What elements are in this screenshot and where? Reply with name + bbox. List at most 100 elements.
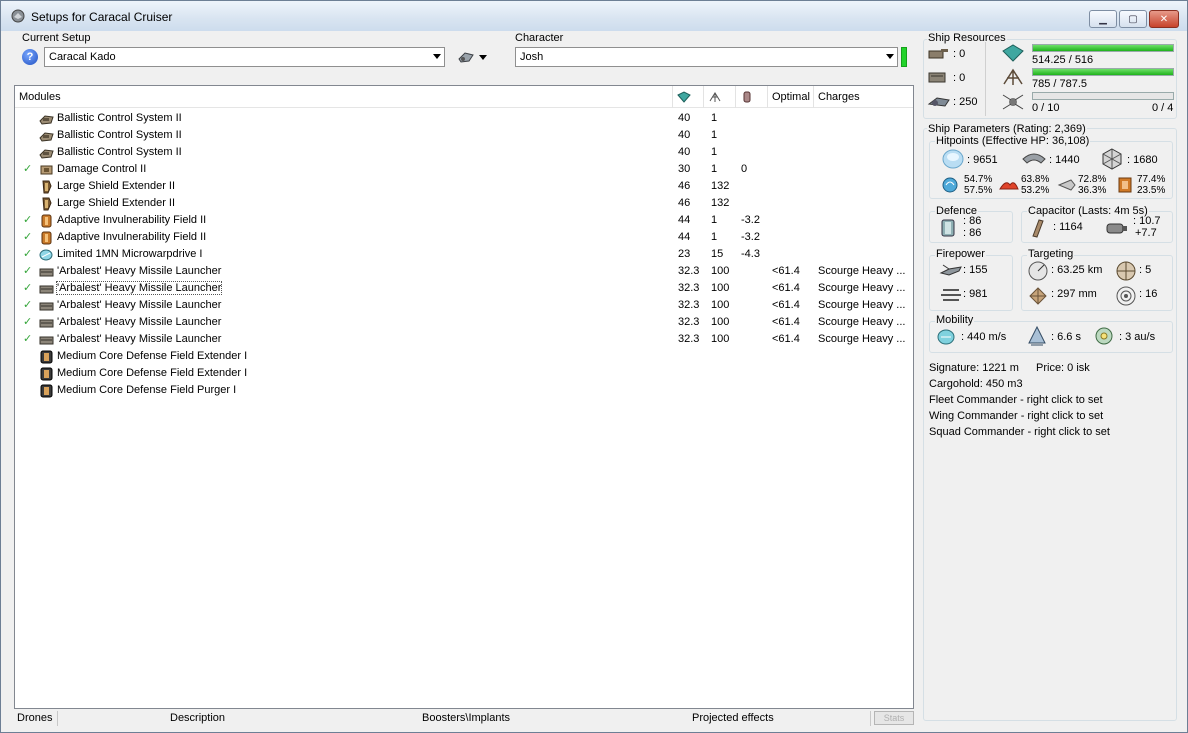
column-powergrid[interactable] [703, 86, 735, 108]
cargohold-text: Cargohold: 450 m3 [929, 378, 1023, 390]
current-setup-select[interactable]: Caracal Kado [44, 47, 445, 67]
module-row[interactable]: ✓ Damage Control II 30 1 0 [15, 161, 913, 178]
structure-icon [1102, 148, 1122, 170]
module-row[interactable]: Medium Core Defense Field Purger I [15, 382, 913, 399]
module-name: Medium Core Defense Field Extender I [57, 367, 248, 379]
check-icon[interactable]: ✓ [23, 264, 32, 277]
module-cpu: 23 [678, 248, 691, 260]
column-optimal[interactable]: Optimal [767, 86, 813, 108]
help-icon[interactable]: ? [22, 49, 38, 65]
module-cpu: 32.3 [678, 333, 700, 345]
drone-bay-text: 0 / 10 [1032, 102, 1060, 114]
column-capacitor[interactable] [735, 86, 767, 108]
window-title: Setups for Caracal Cruiser [31, 10, 173, 24]
wing-commander-slot[interactable]: Wing Commander - right click to set [929, 410, 1103, 422]
module-row[interactable]: Ballistic Control System II 40 1 [15, 127, 913, 144]
explosive-resist-value-2: 23.5% [1137, 185, 1166, 196]
explosive-resist-value-1: 77.4% [1137, 174, 1166, 185]
module-optimal: <61.4 [772, 282, 800, 294]
module-name: Ballistic Control System II [57, 129, 182, 141]
module-row[interactable]: ✓ 'Arbalest' Heavy Missile Launcher 32.3 10… [15, 263, 913, 280]
module-powergrid: 100 [711, 299, 730, 311]
module-row[interactable]: Large Shield Extender II 46 132 [15, 195, 913, 212]
maximize-button[interactable]: ▢ [1119, 10, 1147, 28]
title-bar[interactable]: Setups for Caracal Cruiser ▁ ▢ ✕ [1, 1, 1187, 31]
column-cpu[interactable] [672, 86, 703, 108]
resources-divider [985, 42, 986, 116]
kinetic-resist-icon [1057, 179, 1076, 191]
module-row[interactable]: ✓ Limited 1MN Microwarpdrive I 23 15 -4.3 [15, 246, 913, 263]
module-cpu: 32.3 [678, 282, 700, 294]
capacitor-value-2: +7.7 [1135, 227, 1157, 239]
ship-parameters-title: Ship Parameters (Rating: 2,369) [927, 123, 1087, 135]
modules-list[interactable]: Modules Optimal Charges Ballistic Contro… [14, 85, 914, 709]
drone-bandwidth-text: 0 / 4 [1152, 102, 1174, 114]
close-button[interactable]: ✕ [1149, 10, 1179, 28]
check-icon[interactable]: ✓ [23, 298, 32, 311]
check-icon[interactable]: ✓ [23, 247, 32, 260]
stats-button[interactable]: Stats [874, 711, 914, 725]
turret-hardpoint-icon [928, 49, 948, 59]
powergrid-text: 785 / 787.5 [1032, 78, 1088, 90]
module-powergrid: 1 [711, 112, 718, 124]
module-row[interactable]: ✓ Adaptive Invulnerability Field II 44 1 -3.… [15, 229, 913, 246]
targeting-scan-value: : 297 mm [1051, 288, 1097, 300]
module-name: Limited 1MN Microwarpdrive I [57, 248, 203, 260]
tab-drones[interactable]: Drones [17, 710, 52, 727]
mobility-speed-value: : 440 m/s [961, 331, 1007, 343]
module-name: Ballistic Control System II [57, 146, 182, 158]
module-row[interactable]: Ballistic Control System II 40 1 [15, 144, 913, 161]
minimize-button[interactable]: ▁ [1089, 10, 1117, 28]
module-row[interactable]: Large Shield Extender II 46 132 [15, 178, 913, 195]
module-row[interactable]: Medium Core Defense Field Extender I [15, 365, 913, 382]
character-select[interactable]: Josh [515, 47, 898, 67]
check-icon[interactable]: ✓ [23, 230, 32, 243]
squad-commander-slot[interactable]: Squad Commander - right click to set [929, 426, 1110, 438]
module-row[interactable]: ✓ 'Arbalest' Heavy Missile Launcher 32.3 10… [15, 314, 913, 331]
module-row[interactable]: Ballistic Control System II 40 1 [15, 110, 913, 127]
setup-tools-icon[interactable] [457, 49, 475, 65]
module-name: 'Arbalest' Heavy Missile Launcher [57, 333, 222, 345]
module-row[interactable]: Medium Core Defense Field Extender I [15, 348, 913, 365]
fleet-commander-slot[interactable]: Fleet Commander - right click to set [929, 394, 1103, 406]
module-name: 'Arbalest' Heavy Missile Launcher [55, 281, 223, 295]
explosive-resist-icon [1118, 177, 1132, 193]
capacitor-amount-value: : 1164 [1053, 221, 1083, 233]
bottom-tabs: Drones Description Boosters\Implants Pro… [14, 710, 914, 727]
drone-bar [1032, 92, 1174, 100]
align-time-icon [1028, 325, 1046, 346]
check-icon[interactable]: ✓ [23, 332, 32, 345]
tab-description[interactable]: Description [170, 710, 225, 727]
module-powergrid: 1 [711, 129, 718, 141]
firepower-dps-value: : 155 [963, 264, 988, 276]
module-optimal: <61.4 [772, 265, 800, 277]
column-charges[interactable]: Charges [813, 86, 913, 108]
check-icon[interactable]: ✓ [23, 162, 32, 175]
cpu-icon [1002, 44, 1024, 62]
chevron-down-icon[interactable] [479, 55, 487, 60]
module-row[interactable]: ✓ 'Arbalest' Heavy Missile Launcher 32.3 10… [15, 297, 913, 314]
current-setup-label: Current Setup [22, 32, 91, 44]
missile-launcher-icon [39, 265, 54, 279]
invulnerability-field-icon [39, 231, 54, 245]
powergrid-bar [1032, 68, 1174, 76]
column-modules[interactable]: Modules [15, 86, 672, 108]
module-powergrid: 132 [711, 180, 730, 192]
module-row[interactable]: ✓ 'Arbalest' Heavy Missile Launcher 32.3 10… [15, 331, 913, 348]
check-icon[interactable]: ✓ [23, 281, 32, 294]
tab-boosters-implants[interactable]: Boosters\Implants [422, 710, 510, 727]
damage-control-icon [39, 163, 54, 177]
check-icon[interactable]: ✓ [23, 213, 32, 226]
volley-icon [941, 289, 961, 301]
module-powergrid: 1 [711, 214, 718, 226]
defence-value-2: : 86 [963, 227, 982, 239]
tab-projected-effects[interactable]: Projected effects [692, 710, 774, 727]
module-powergrid: 132 [711, 197, 730, 209]
module-row[interactable]: ✓ Adaptive Invulnerability Field II 44 1 -3.… [15, 212, 913, 229]
module-row[interactable]: ✓ 'Arbalest' Heavy Missile Launcher 32.3 10… [15, 280, 913, 297]
max-velocity-icon [937, 329, 955, 345]
cpu-text: 514.25 / 516 [1032, 54, 1094, 66]
check-icon[interactable]: ✓ [23, 315, 32, 328]
firepower-title: Firepower [935, 248, 986, 260]
shield-icon [942, 149, 964, 169]
